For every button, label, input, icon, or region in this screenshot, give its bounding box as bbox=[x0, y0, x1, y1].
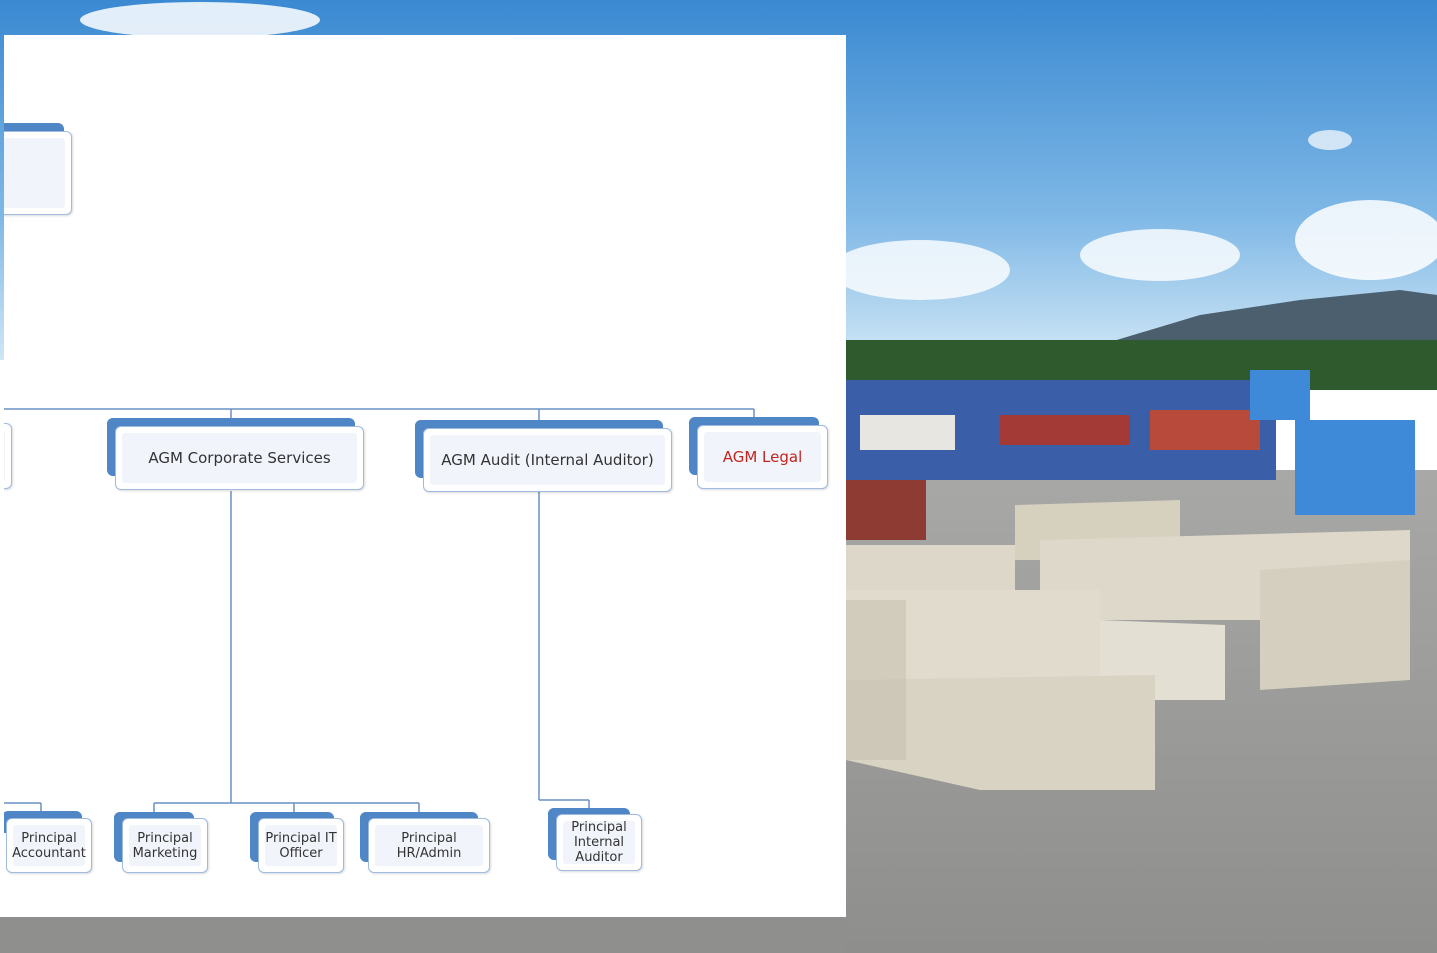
node-label: Principal Internal Auditor bbox=[571, 820, 627, 865]
org-chart-panel: AGM Corporate Services AGM Audit (Intern… bbox=[4, 35, 846, 917]
node-label: Principal IT Officer bbox=[265, 830, 337, 861]
top-node-partial bbox=[4, 123, 74, 218]
node-label: AGM Corporate Services bbox=[148, 449, 331, 467]
node-label: Principal Marketing bbox=[132, 830, 198, 861]
node-principal-hr-admin: Principal HR/Admin bbox=[360, 812, 492, 874]
node-principal-internal-auditor: Principal Internal Auditor bbox=[548, 808, 642, 872]
node-agm-legal: AGM Legal bbox=[689, 417, 831, 491]
node-principal-accountant: Principal Accountant bbox=[4, 811, 94, 875]
level2-node-partial bbox=[4, 423, 14, 493]
node-label: AGM Legal bbox=[722, 448, 803, 466]
node-principal-marketing: Principal Marketing bbox=[114, 812, 208, 874]
node-label: Principal Accountant bbox=[12, 830, 86, 861]
node-label: AGM Audit (Internal Auditor) bbox=[441, 451, 654, 469]
node-label: Principal HR/Admin bbox=[396, 830, 462, 861]
node-agm-corporate-services: AGM Corporate Services bbox=[107, 418, 367, 492]
node-principal-it-officer: Principal IT Officer bbox=[250, 812, 346, 874]
node-agm-audit: AGM Audit (Internal Auditor) bbox=[415, 420, 677, 494]
